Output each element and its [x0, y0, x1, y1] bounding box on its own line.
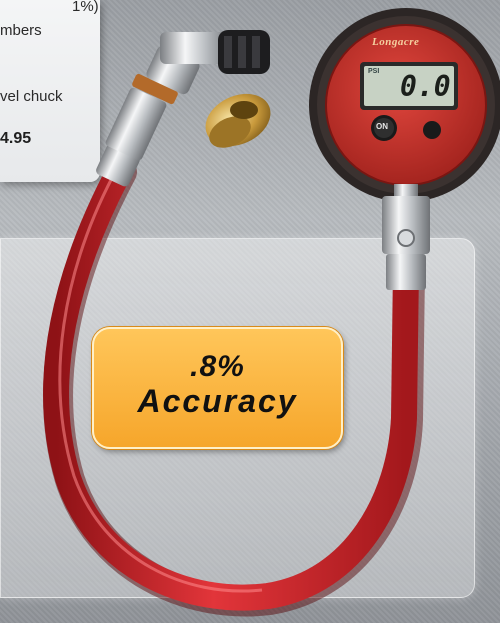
- gauge-on-button[interactable]: ON: [376, 122, 388, 131]
- accuracy-value: .8%: [190, 350, 245, 383]
- lcd-display-value: 0.0: [400, 70, 451, 103]
- accuracy-label: Accuracy: [137, 383, 298, 419]
- brass-fitting: [205, 93, 271, 148]
- gauge-body: [309, 8, 500, 290]
- lcd-mode-indicator: PSI: [368, 68, 380, 75]
- gauge-brand-label: Longacre: [372, 36, 420, 48]
- accuracy-badge: .8% Accuracy: [92, 327, 343, 449]
